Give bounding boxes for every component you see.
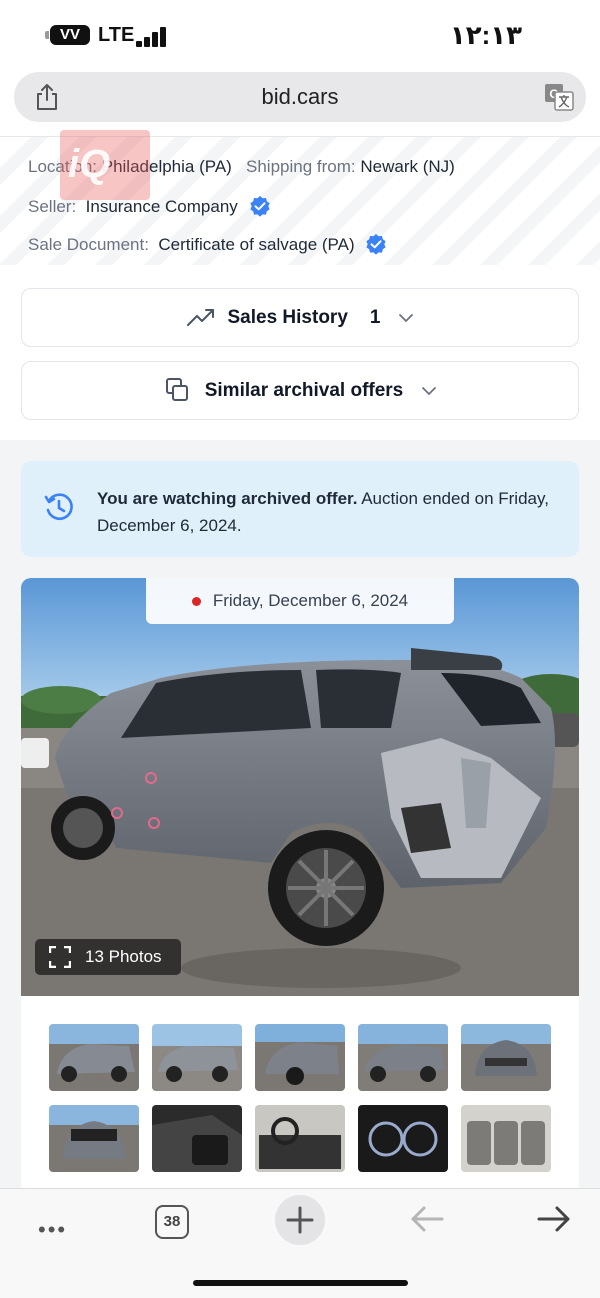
photos-count-button[interactable]: 13 Photos (35, 939, 181, 975)
auction-date: Friday, December 6, 2024 (212, 591, 409, 610)
status-dot (191, 596, 201, 606)
sales-history-label: Sales History (227, 306, 348, 328)
thumbnail[interactable] (152, 1105, 242, 1172)
notice-bold: You are watching archived offer. (97, 489, 358, 508)
thumbnail[interactable] (461, 1105, 551, 1172)
thumbnail[interactable] (49, 1105, 139, 1172)
trending-up-icon (186, 308, 214, 326)
more-menu-button[interactable]: ••• (38, 1217, 67, 1253)
thumbnail[interactable] (152, 1024, 242, 1091)
translate-icon[interactable]: G (544, 83, 574, 111)
clock: ١٢:١٣ (449, 20, 522, 50)
notice-text: You are watching archived offer. Auction… (97, 485, 557, 539)
document-row: Sale Document: Certificate of salvage (P… (28, 233, 387, 255)
thumbnail[interactable] (255, 1105, 345, 1172)
battery-cap (45, 31, 49, 39)
back-arrow-icon[interactable] (410, 1203, 444, 1235)
verified-badge-icon (366, 234, 386, 255)
copy-icon (165, 377, 188, 401)
fullscreen-icon (49, 946, 71, 968)
shipping-label: Shipping from: (246, 157, 356, 176)
chevron-down-icon (399, 313, 414, 322)
main-car-photo[interactable] (21, 578, 579, 996)
tabs-button[interactable]: 38 (155, 1205, 189, 1239)
similar-offers-toggle[interactable]: Similar archival offers (21, 361, 579, 420)
new-tab-button[interactable] (275, 1195, 325, 1245)
thumbnail[interactable] (255, 1024, 345, 1091)
chevron-down-icon (422, 386, 437, 395)
archived-notice: You are watching archived offer. Auction… (21, 461, 579, 557)
shipping-value: Newark (NJ) (360, 157, 455, 176)
history-icon (44, 493, 73, 520)
thumbnail[interactable] (461, 1024, 551, 1091)
thumbnail[interactable] (358, 1105, 448, 1172)
forward-arrow-icon[interactable] (537, 1203, 571, 1235)
sales-history-toggle[interactable]: Sales History 1 (21, 288, 579, 347)
similar-offers-label: Similar archival offers (204, 379, 404, 401)
photos-count-label: 13 Photos (85, 947, 162, 966)
network-type: LTE (98, 24, 135, 46)
url-text[interactable]: bid.cars (14, 84, 586, 110)
thumbnail[interactable] (358, 1024, 448, 1091)
battery-icon: VV (50, 25, 90, 45)
status-bar: VV LTE ١٢:١٣ (0, 0, 600, 70)
watermark-logo: iQ (60, 130, 150, 200)
auction-date-pill: Friday, December 6, 2024 (146, 578, 454, 624)
photo-gallery: Friday, December 6, 2024 13 Photos (21, 578, 579, 1190)
sales-history-count: 1 (369, 306, 381, 328)
thumbnail[interactable] (49, 1024, 139, 1091)
verified-badge-icon (249, 196, 270, 217)
document-value: Certificate of salvage (PA) (158, 235, 355, 254)
home-indicator (193, 1280, 408, 1286)
document-label: Sale Document: (28, 235, 149, 254)
signal-icon (136, 25, 170, 47)
address-bar[interactable]: bid.cars G (14, 72, 586, 122)
